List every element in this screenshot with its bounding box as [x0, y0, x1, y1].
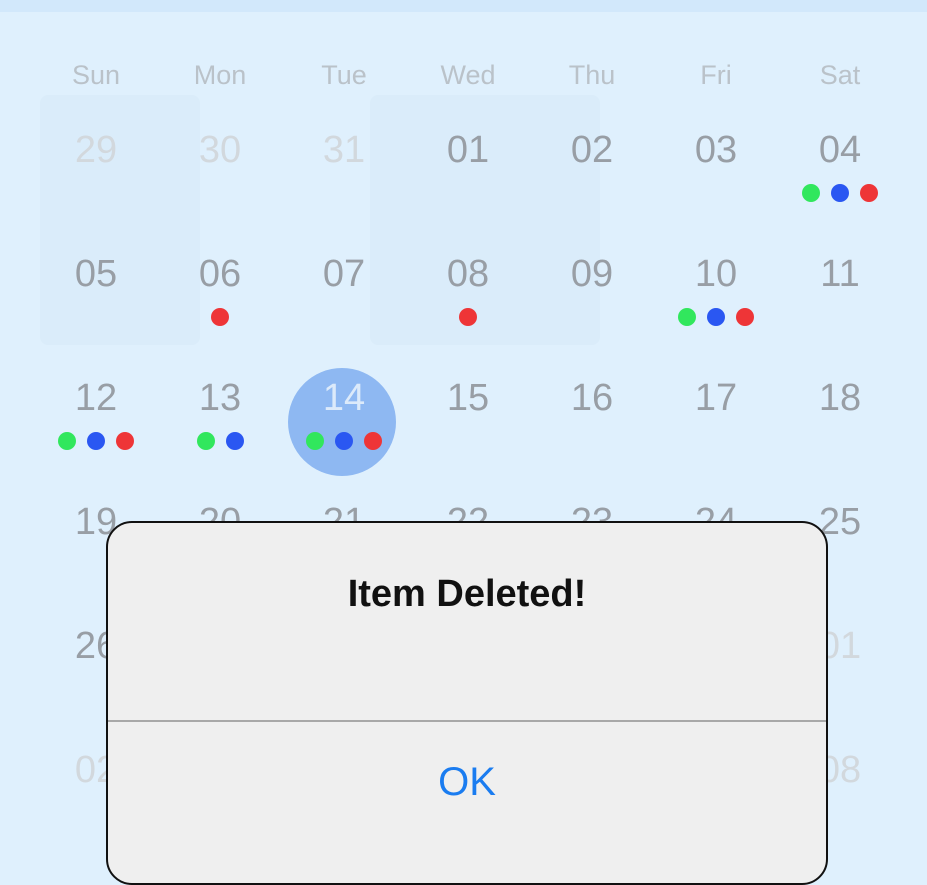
alert-dialog: Item Deleted! OK	[106, 521, 828, 885]
alert-title: Item Deleted!	[347, 573, 587, 615]
ok-button[interactable]: OK	[108, 722, 826, 842]
